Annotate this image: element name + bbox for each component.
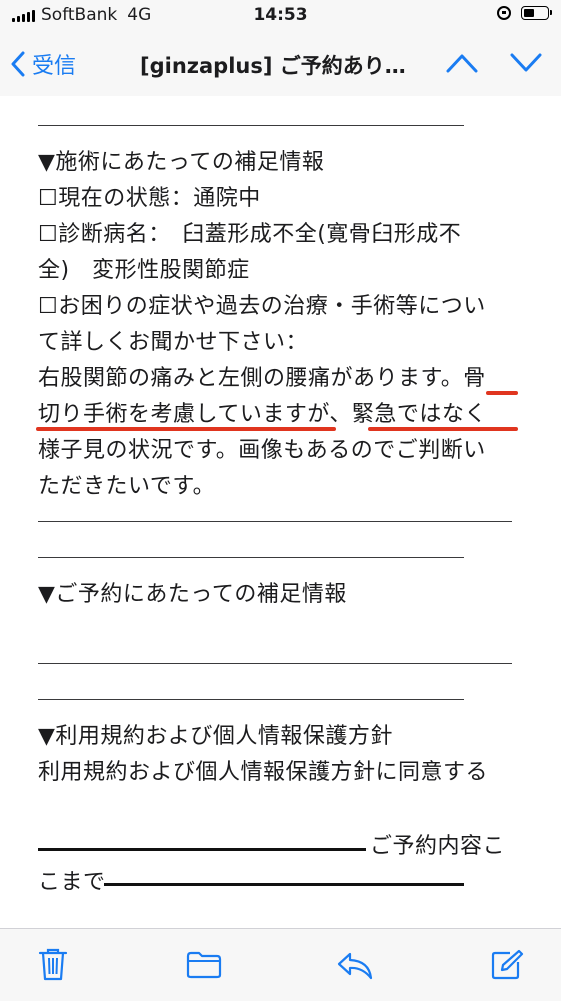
symptom-answer-line-4: ただきたいです。: [38, 474, 216, 499]
symptom-answer-line-3: 様子見の状況です。画像もあるのでご判断い: [38, 438, 486, 463]
chevron-up-icon: [446, 54, 478, 73]
message-title: [ginzaplus] ご予約あり…: [140, 54, 406, 78]
nav-bar: 受信 [ginzaplus] ご予約あり…: [0, 34, 561, 97]
reply-icon: [337, 952, 373, 980]
reservation-notes-heading: ▼ご予約にあたっての補足情報: [38, 582, 347, 607]
status-time: 14:53: [253, 5, 308, 25]
previous-message-button[interactable]: [445, 52, 479, 78]
highlight-underline: [486, 391, 518, 395]
highlight-underline: [36, 427, 336, 431]
trash-icon: [38, 948, 68, 981]
end-marker-text-1: ご予約内容こ: [370, 834, 506, 859]
status-right: [497, 6, 552, 20]
divider-line: [38, 699, 464, 700]
compose-button[interactable]: [490, 949, 524, 985]
diagnosis-line-2: 全) 変形性股関節症: [38, 258, 250, 283]
reply-button[interactable]: [336, 951, 374, 985]
end-divider-line: [104, 883, 464, 886]
orientation-lock-icon: [497, 6, 511, 20]
supplementary-treatment-heading: ▼施術にあたっての補足情報: [38, 150, 325, 175]
divider-line: [38, 125, 464, 126]
divider-line: [38, 557, 464, 558]
message-body: ▼施術にあたっての補足情報 ☐現在の状態：通院中 ☐診断病名： 臼蓋形成不全(寛…: [0, 96, 561, 928]
bottom-toolbar: [0, 928, 561, 1001]
terms-heading: ▼利用規約および個人情報保護方針: [38, 724, 393, 749]
next-message-button[interactable]: [509, 52, 543, 78]
terms-agreement: 利用規約および個人情報保護方針に同意する: [38, 760, 489, 785]
divider-line: [38, 663, 512, 664]
battery-icon: [521, 6, 552, 20]
divider-line: [38, 521, 512, 522]
status-bar: SoftBank 4G 14:53: [0, 0, 561, 34]
move-to-folder-button[interactable]: [186, 951, 222, 983]
chevron-left-icon: [11, 51, 25, 77]
chevron-down-icon: [510, 53, 542, 72]
symptom-answer-line-1: 右股関節の痛みと左側の腰痛があります。骨: [38, 366, 486, 391]
current-status-line: ☐現在の状態：通院中: [38, 186, 261, 211]
end-divider-line: [38, 848, 366, 851]
delete-button[interactable]: [38, 947, 68, 985]
message-navigation: [445, 52, 543, 78]
folder-icon: [186, 951, 222, 979]
highlight-underline: [368, 427, 518, 431]
diagnosis-line-1: ☐診断病名： 臼蓋形成不全(寛骨臼形成不: [38, 222, 462, 247]
back-button[interactable]: 受信: [10, 48, 76, 80]
symptom-question-line-2: て詳しくお聞かせ下さい：: [38, 330, 309, 355]
symptom-question-line-1: ☐お困りの症状や過去の治療・手術等につい: [38, 294, 486, 319]
compose-icon: [491, 949, 524, 980]
back-button-label: 受信: [32, 54, 77, 79]
